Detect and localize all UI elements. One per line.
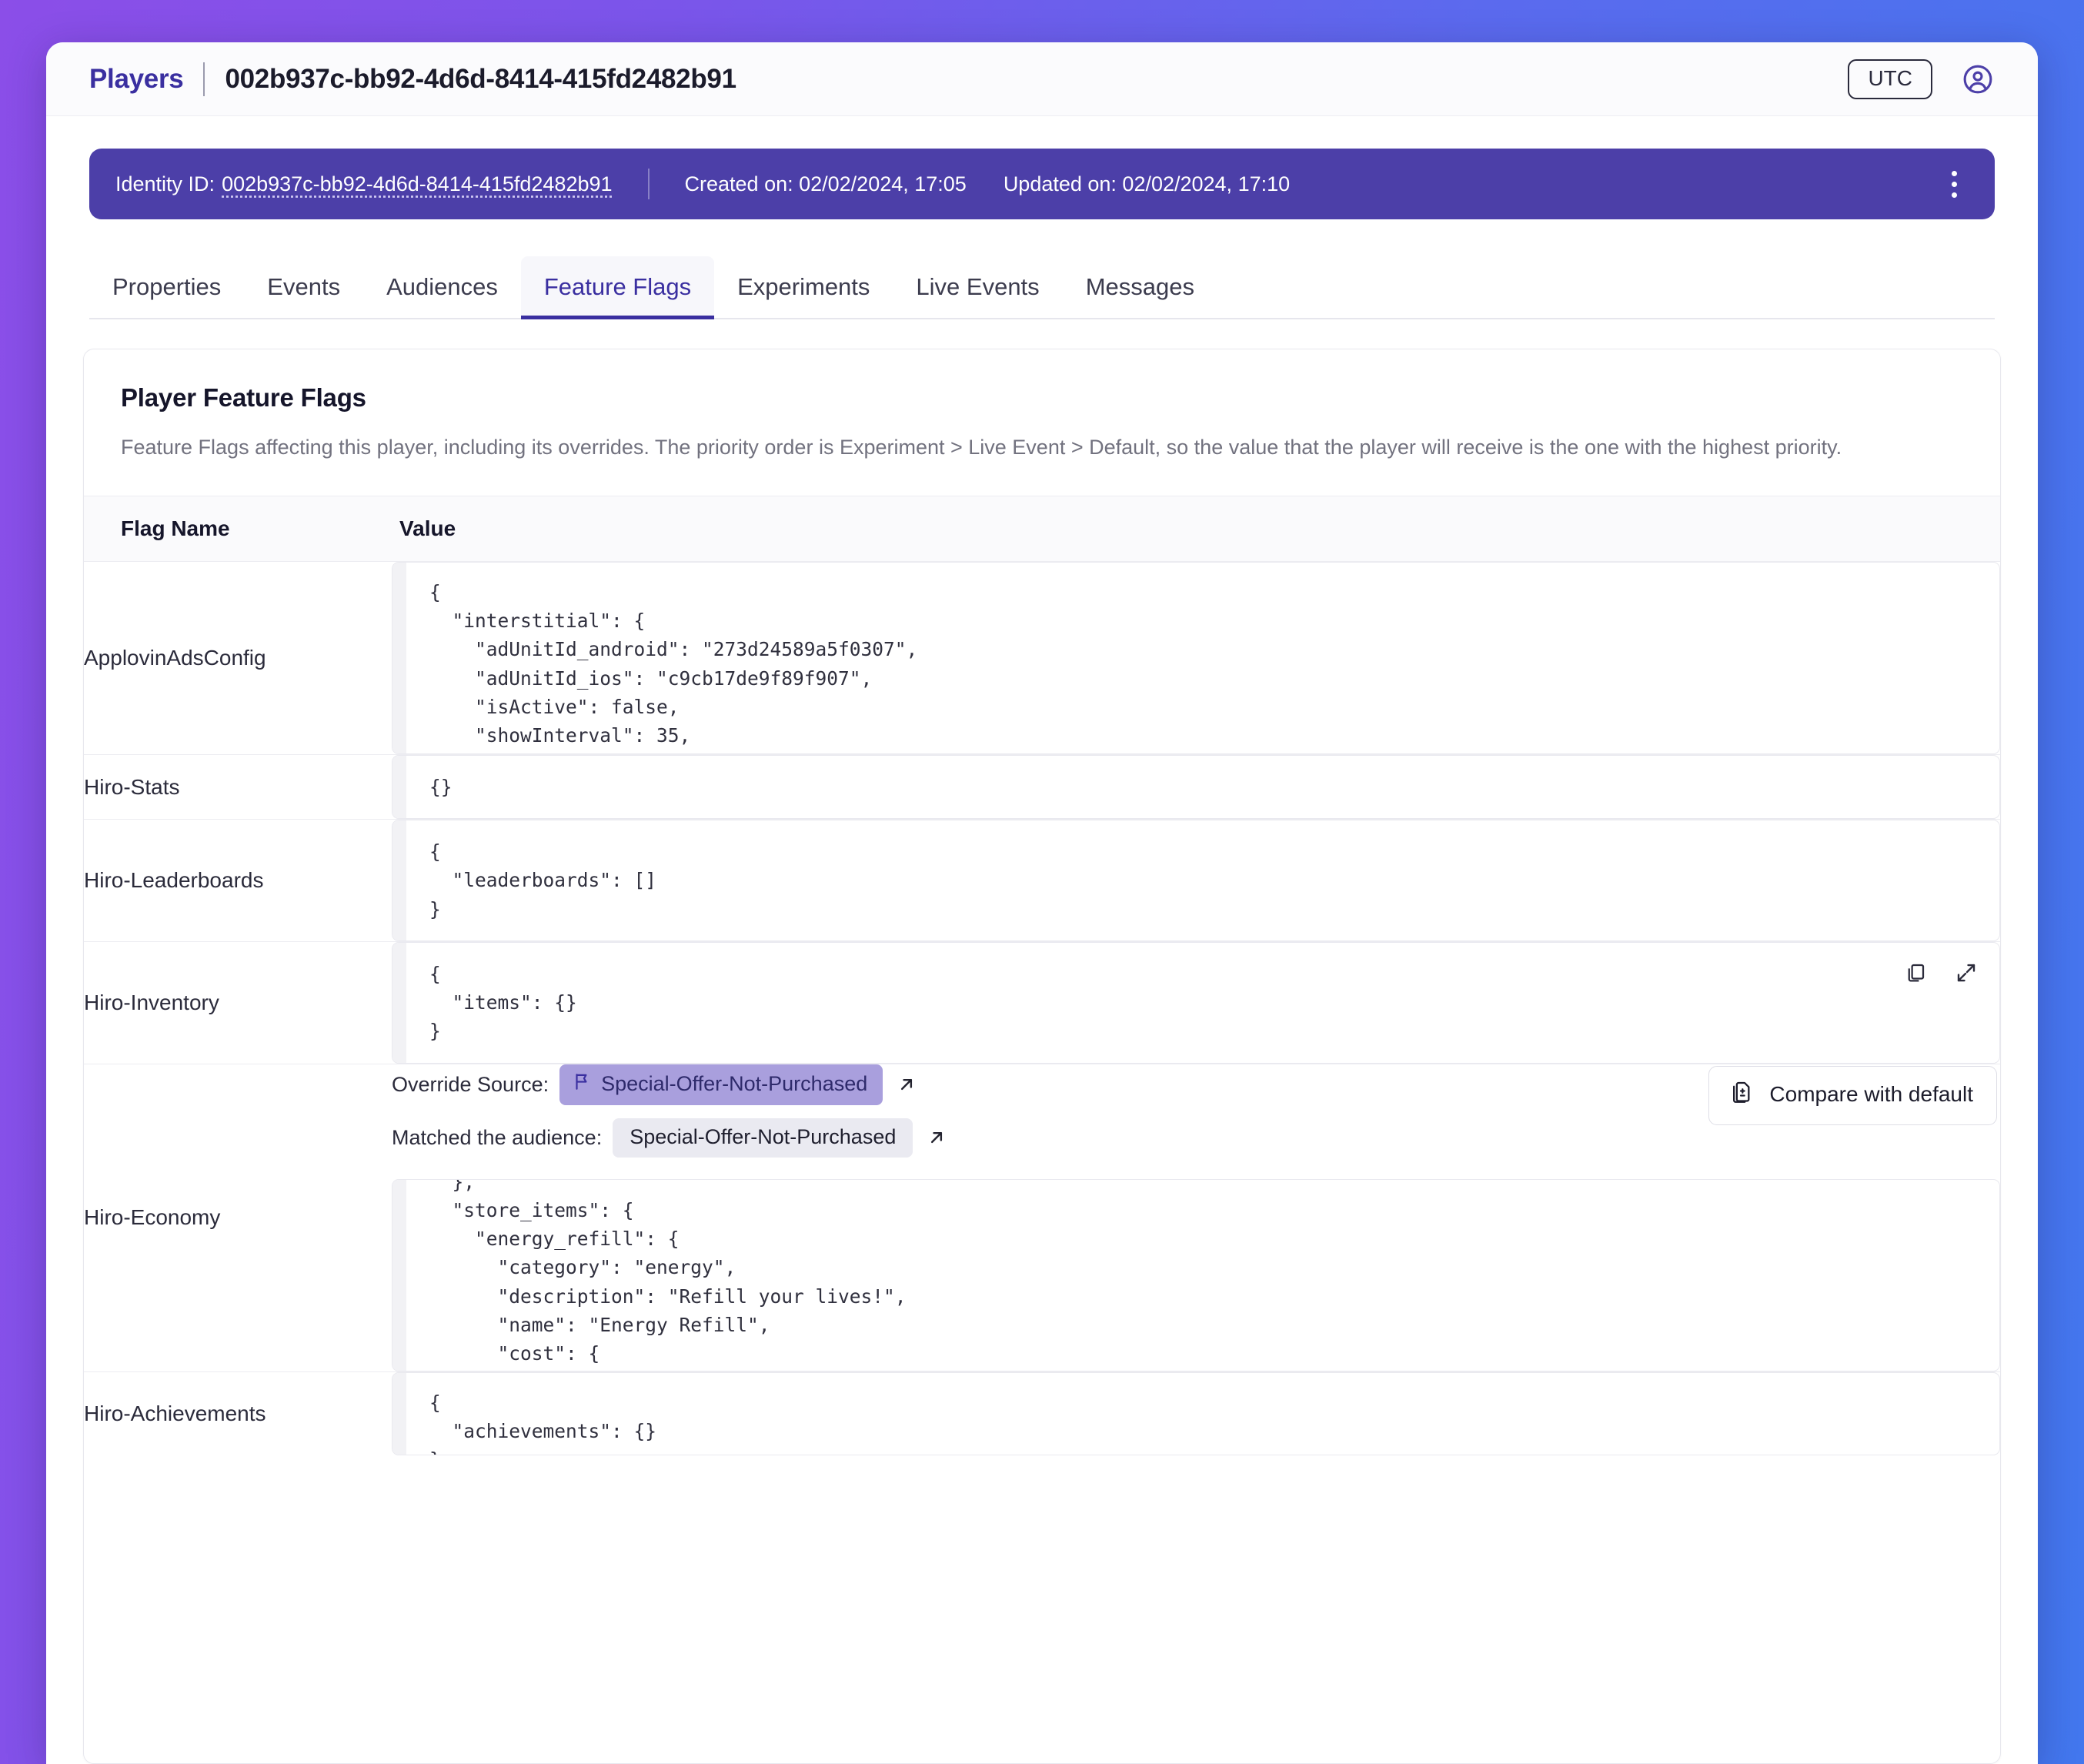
table-body: ApplovinAdsConfig { "interstitial": { "a…	[84, 561, 2000, 1455]
column-header-value: Value	[392, 495, 2000, 562]
json-code-block[interactable]: { "items": {} }	[392, 941, 2000, 1064]
compare-with-default-button[interactable]: Compare with default	[1708, 1065, 1997, 1125]
code-gutter	[392, 1179, 406, 1371]
override-source-label: Override Source:	[392, 1072, 549, 1096]
code-outer: { "interstitial": { "adUnitId_android": …	[392, 561, 2000, 754]
identity-banner-wrap: Identity ID: 002b937c-bb92-4d6d-8414-415…	[46, 116, 2038, 219]
kebab-menu-icon[interactable]	[1936, 166, 1972, 202]
table-row: ApplovinAdsConfig { "interstitial": { "a…	[84, 561, 2000, 755]
matched-audience-badge[interactable]: Special-Offer-Not-Purchased	[613, 1118, 913, 1158]
document-diff-icon	[1729, 1080, 1754, 1110]
override-source-line: Override Source: Special-Offer-Not-Purch…	[392, 1064, 948, 1105]
app-window: Players 002b937c-bb92-4d6d-8414-415fd248…	[46, 42, 2038, 1764]
table-row: Hiro-Achievements { "achievements": {} }	[84, 1371, 2000, 1455]
identity-updated-on: Updated on: 02/02/2024, 17:10	[1003, 172, 1291, 195]
code-outer: }, "store_items": { "energy_refill": { "…	[392, 1178, 2000, 1371]
identity-created-on: Created on: 02/02/2024, 17:05	[684, 172, 967, 195]
tab-experiments[interactable]: Experiments	[714, 256, 893, 318]
panel-description: Feature Flags affecting this player, inc…	[121, 436, 1842, 459]
tab-messages[interactable]: Messages	[1063, 256, 1217, 318]
table-row: Hiro-Leaderboards { "leaderboards": [] }	[84, 819, 2000, 942]
code-outer: { "achievements": {} }	[392, 1371, 2000, 1455]
override-source-badge-label: Special-Offer-Not-Purchased	[601, 1071, 868, 1095]
table-row: Hiro-Economy Override Source: Special-Of…	[84, 1064, 2000, 1372]
flag-value-cell: Override Source: Special-Offer-Not-Purch…	[392, 1064, 2000, 1372]
code-content: { "leaderboards": [] }	[429, 840, 657, 920]
flag-value-cell: { "achievements": {} }	[392, 1371, 2000, 1455]
table-header: Flag Name Value	[84, 495, 2000, 562]
matched-audience-line: Matched the audience: Special-Offer-Not-…	[392, 1118, 948, 1158]
code-gutter	[392, 942, 406, 1063]
table-row: Hiro-Inventory { "items": {} }	[84, 941, 2000, 1064]
breadcrumb-players[interactable]: Players	[89, 64, 184, 95]
code-gutter	[392, 1372, 406, 1455]
tab-properties[interactable]: Properties	[89, 256, 244, 318]
flag-value-cell: {}	[392, 754, 2000, 820]
tabs-wrap: Properties Events Audiences Feature Flag…	[46, 219, 2038, 319]
external-link-arrow-icon[interactable]	[895, 1073, 918, 1096]
tab-feature-flags[interactable]: Feature Flags	[520, 256, 715, 319]
code-content: { "items": {} }	[429, 962, 577, 1043]
panel-header: Player Feature Flags Feature Flags affec…	[84, 349, 2000, 463]
code-gutter	[392, 562, 406, 753]
flag-name-cell: Hiro-Achievements	[84, 1401, 266, 1425]
expand-diagonal-icon[interactable]	[1953, 960, 1979, 986]
code-outer: {}	[392, 754, 2000, 820]
flag-name-cell: Hiro-Inventory	[84, 941, 392, 1064]
identity-id-value[interactable]: 002b937c-bb92-4d6d-8414-415fd2482b91	[222, 172, 612, 196]
tab-bar: Properties Events Audiences Feature Flag…	[89, 256, 1995, 319]
override-source-badge[interactable]: Special-Offer-Not-Purchased	[559, 1064, 883, 1105]
code-outer: { "items": {} }	[392, 941, 2000, 1064]
copy-icon[interactable]	[1902, 960, 1929, 986]
top-bar: Players 002b937c-bb92-4d6d-8414-415fd248…	[46, 42, 2038, 116]
timezone-button[interactable]: UTC	[1848, 58, 1932, 99]
flag-value-cell: { "items": {} }	[392, 941, 2000, 1064]
flag-icon	[572, 1071, 592, 1097]
table-row: Hiro-Stats {}	[84, 754, 2000, 820]
code-gutter	[392, 755, 406, 819]
user-circle-icon[interactable]	[1960, 62, 1995, 97]
tab-live-events[interactable]: Live Events	[893, 256, 1062, 318]
code-action-group	[1902, 960, 1979, 986]
json-code-block[interactable]: { "achievements": {} }	[392, 1371, 2000, 1455]
flag-name-cell: Hiro-Economy	[84, 1064, 392, 1372]
matched-audience-label: Matched the audience:	[392, 1125, 603, 1149]
tab-audiences[interactable]: Audiences	[363, 256, 521, 318]
identity-id-label: Identity ID:	[115, 172, 215, 195]
flag-name-cell: ApplovinAdsConfig	[84, 561, 392, 755]
code-content: { "interstitial": { "adUnitId_android": …	[429, 580, 918, 753]
feature-flags-table: Flag Name Value ApplovinAdsConfig { "int	[84, 495, 2000, 1455]
table-header-row: Flag Name Value	[84, 495, 2000, 562]
json-code-block[interactable]: { "leaderboards": [] }	[392, 820, 2000, 941]
column-header-flag-name: Flag Name	[84, 495, 392, 562]
json-code-block[interactable]: {}	[392, 754, 2000, 820]
code-outer: { "leaderboards": [] }	[392, 820, 2000, 941]
breadcrumb-separator	[203, 62, 205, 96]
flag-name-cell: Hiro-Leaderboards	[84, 819, 392, 942]
code-content: {}	[429, 775, 453, 798]
breadcrumb-player-id: 002b937c-bb92-4d6d-8414-415fd2482b91	[225, 63, 736, 94]
panel-wrap: Player Feature Flags Feature Flags affec…	[46, 319, 2038, 1764]
page-title: Player Feature Flags	[121, 383, 366, 412]
json-code-block[interactable]: }, "store_items": { "energy_refill": { "…	[392, 1178, 2000, 1371]
override-header: Override Source: Special-Offer-Not-Purch…	[392, 1064, 2000, 1158]
flag-name-cell: Hiro-Stats	[84, 754, 392, 820]
override-meta: Override Source: Special-Offer-Not-Purch…	[392, 1064, 948, 1158]
flag-value-cell: { "leaderboards": [] }	[392, 819, 2000, 942]
code-content: }, "store_items": { "energy_refill": { "…	[452, 1178, 907, 1365]
tab-events[interactable]: Events	[244, 256, 363, 318]
feature-flags-panel: Player Feature Flags Feature Flags affec…	[83, 349, 2001, 1764]
compare-with-default-label: Compare with default	[1769, 1082, 1973, 1107]
flag-value-cell: { "interstitial": { "adUnitId_android": …	[392, 561, 2000, 755]
external-link-arrow-icon[interactable]	[925, 1126, 948, 1149]
identity-banner: Identity ID: 002b937c-bb92-4d6d-8414-415…	[89, 149, 1995, 219]
code-gutter	[392, 820, 406, 940]
identity-divider	[647, 169, 650, 199]
json-code-block[interactable]: { "interstitial": { "adUnitId_android": …	[392, 561, 2000, 754]
code-content: { "achievements": {} }	[429, 1391, 657, 1455]
